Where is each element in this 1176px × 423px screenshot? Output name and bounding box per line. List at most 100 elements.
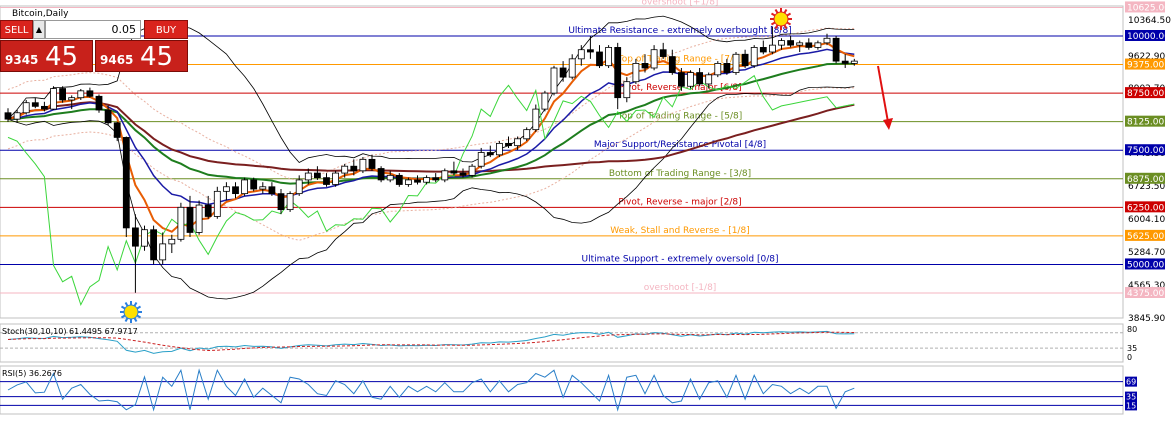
candle-body xyxy=(50,88,57,110)
candle-body xyxy=(359,158,367,172)
candle-body xyxy=(432,177,440,181)
price-tick: 3845.90 xyxy=(1128,314,1165,324)
candle-body xyxy=(4,112,12,120)
candle-body xyxy=(814,42,822,48)
candle-body xyxy=(313,172,321,179)
candle-body xyxy=(477,152,485,167)
candle-body xyxy=(213,190,221,217)
candle-body xyxy=(614,47,622,99)
candle-body xyxy=(423,177,431,183)
candle-body xyxy=(678,72,685,87)
candle-body xyxy=(769,44,776,53)
candle-body xyxy=(787,40,794,46)
candle-body xyxy=(404,179,412,185)
buy-price-pips: 45 xyxy=(140,42,174,72)
buy-price-prefix: 9465 xyxy=(100,53,134,67)
candle-body xyxy=(95,95,103,111)
sun-core xyxy=(123,304,139,320)
price-tick: 5284.70 xyxy=(1128,248,1165,258)
level-axis-value: 8750.00 xyxy=(1127,89,1164,99)
level-label: Weak, Stall and Reverse - [1/8] xyxy=(610,226,749,236)
candle-body xyxy=(186,206,194,233)
candle-body xyxy=(232,186,239,195)
candle-body xyxy=(632,63,640,83)
candle-body xyxy=(587,49,594,53)
candle-body xyxy=(286,193,294,211)
level-axis-value: 7500.00 xyxy=(1127,146,1164,156)
candle-body xyxy=(268,186,276,195)
buy-price[interactable]: 9465 45 xyxy=(95,40,188,72)
level-label: Top of Trading Range - [5/8] xyxy=(617,112,742,122)
candle-body xyxy=(559,67,567,78)
candle-body xyxy=(222,186,230,192)
candle-body xyxy=(532,108,540,131)
level-label: Pivot, Reverse - major [2/8] xyxy=(618,197,741,207)
candle-body xyxy=(741,53,749,67)
candle-body xyxy=(277,193,285,211)
sell-button[interactable]: SELL xyxy=(0,20,33,39)
candle-body xyxy=(705,74,713,85)
level-axis-value: 4375.00 xyxy=(1127,289,1164,299)
rsi-axis-tick: 35 xyxy=(1126,393,1136,402)
stoch-axis-tick: 35 xyxy=(1127,344,1137,353)
candle-body xyxy=(778,40,785,46)
candle-body xyxy=(659,49,667,57)
candle-body xyxy=(723,63,731,73)
candle-body xyxy=(31,102,39,107)
price-tick: 6004.10 xyxy=(1128,215,1165,225)
lot-size-input[interactable] xyxy=(45,20,141,39)
candle-body xyxy=(131,227,139,247)
candle-body xyxy=(486,152,494,156)
candle-body xyxy=(823,37,831,44)
candle-body xyxy=(386,174,394,181)
candle-body xyxy=(304,172,312,181)
candle-body xyxy=(605,47,612,67)
candle-body xyxy=(150,229,158,261)
candle-body xyxy=(68,97,76,101)
one-click-trading-panel: SELL ▲ BUY 9345 45 9465 45 xyxy=(0,20,188,72)
candle-body xyxy=(650,49,658,69)
candle-body xyxy=(323,177,330,185)
level-label: overshoot [-1/8] xyxy=(644,283,717,293)
candle-body xyxy=(350,165,358,172)
sell-price[interactable]: 9345 45 xyxy=(0,40,93,72)
candle-body xyxy=(514,138,521,147)
candle-body xyxy=(696,72,703,85)
buy-button[interactable]: BUY xyxy=(144,20,188,39)
candle-body xyxy=(414,179,421,183)
candle-body xyxy=(59,88,66,101)
level-label: Ultimate Support - extremely oversold [0… xyxy=(582,254,779,264)
candle-body xyxy=(122,137,130,229)
lot-spinner-icon[interactable]: ▲ xyxy=(33,20,45,39)
candle-body xyxy=(495,142,503,156)
candle-body xyxy=(623,81,631,99)
candle-body xyxy=(550,67,558,94)
candle-body xyxy=(77,90,85,99)
level-axis-value: 9375.00 xyxy=(1127,61,1164,71)
candle-body xyxy=(450,170,458,174)
rsi-axis-tick: 15 xyxy=(1126,401,1136,410)
level-label: overshoot [+1/8] xyxy=(642,0,719,7)
candle-body xyxy=(332,172,340,185)
candle-body xyxy=(641,63,649,69)
candle-body xyxy=(259,186,267,190)
sun-core xyxy=(773,11,789,27)
candle-body xyxy=(668,56,676,73)
level-axis-value: 10625.00 xyxy=(1127,3,1170,13)
stoch-axis-tick: 0 xyxy=(1127,353,1132,362)
candle-body xyxy=(850,60,858,64)
candle-body xyxy=(796,42,804,46)
candle-body xyxy=(577,49,585,60)
candle-body xyxy=(195,204,203,233)
candle-body xyxy=(750,47,758,67)
candle-body xyxy=(841,60,849,64)
candle-body xyxy=(468,165,476,176)
candle-body xyxy=(159,243,167,261)
level-axis-value: 10000.00 xyxy=(1127,32,1170,42)
candle-body xyxy=(168,238,176,245)
candle-body xyxy=(295,179,303,195)
candle-body xyxy=(832,37,840,62)
candle-body xyxy=(104,109,112,124)
rsi-axis-tick: 69 xyxy=(1126,378,1136,387)
symbol-title: Bitcoin,Daily xyxy=(12,9,69,19)
